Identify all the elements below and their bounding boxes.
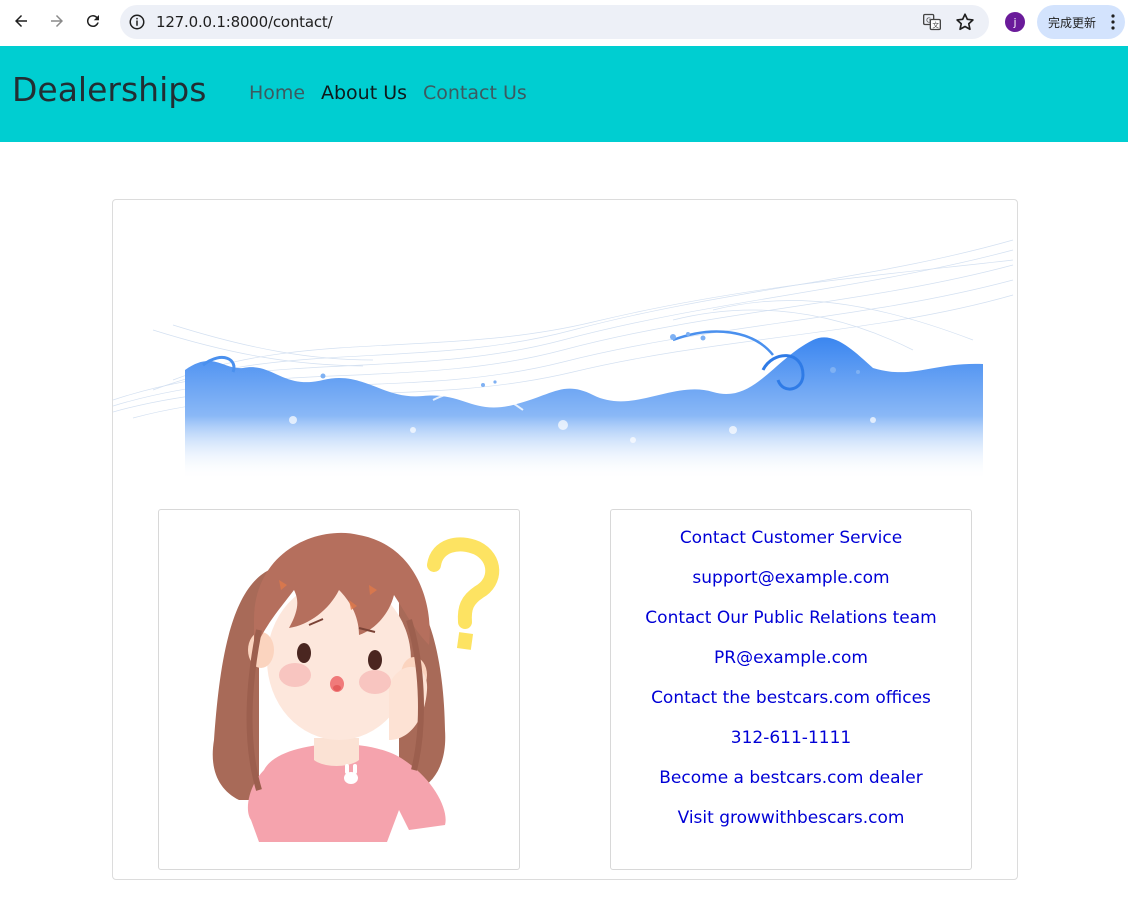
nav-link-about[interactable]: About Us (321, 82, 407, 104)
star-icon[interactable] (954, 11, 976, 33)
update-label: 完成更新 (1048, 15, 1097, 30)
contact-customer-service-link[interactable]: Contact Customer Service (611, 528, 971, 548)
illustration-box (158, 509, 520, 870)
arrow-left-icon (15, 15, 27, 27)
svg-text:文: 文 (932, 20, 939, 29)
brand-title[interactable]: Dealerships (12, 70, 206, 109)
office-phone-link[interactable]: 312-611-1111 (611, 728, 971, 748)
url-text[interactable]: 127.0.0.1:8000/contact/ (156, 13, 333, 31)
contact-offices-link[interactable]: Contact the bestcars.com offices (611, 688, 971, 708)
reload-icon (86, 15, 99, 28)
address-bar[interactable]: 127.0.0.1:8000/contact/ G 文 (120, 5, 989, 39)
nav-link-home[interactable]: Home (249, 82, 305, 104)
wave-banner-image (113, 239, 1014, 480)
profile-avatar[interactable]: j (1005, 12, 1025, 32)
arrow-right-icon (51, 15, 63, 27)
become-dealer-link[interactable]: Become a bestcars.com dealer (611, 768, 971, 788)
forward-button[interactable] (44, 8, 70, 34)
back-button[interactable] (8, 8, 34, 34)
browser-toolbar: 127.0.0.1:8000/contact/ G 文 j 完成更新 (0, 0, 1128, 46)
support-email-link[interactable]: support@example.com (611, 568, 971, 588)
nav-link-contact[interactable]: Contact Us (423, 82, 527, 104)
grow-with-bestcars-link[interactable]: Visit growwithbescars.com (611, 808, 971, 828)
info-icon[interactable] (128, 13, 146, 31)
reload-button[interactable] (80, 8, 106, 34)
site-navbar: Dealerships Home About Us Contact Us (0, 46, 1128, 142)
translate-icon[interactable]: G 文 (922, 12, 942, 32)
more-vert-icon (1111, 14, 1115, 30)
pr-email-link[interactable]: PR@example.com (611, 648, 971, 668)
contact-pr-team-link[interactable]: Contact Our Public Relations team (611, 608, 971, 628)
confused-girl-illustration (212, 532, 500, 842)
update-button[interactable]: 完成更新 (1037, 5, 1125, 39)
contact-info-box: Contact Customer Service support@example… (610, 509, 972, 870)
